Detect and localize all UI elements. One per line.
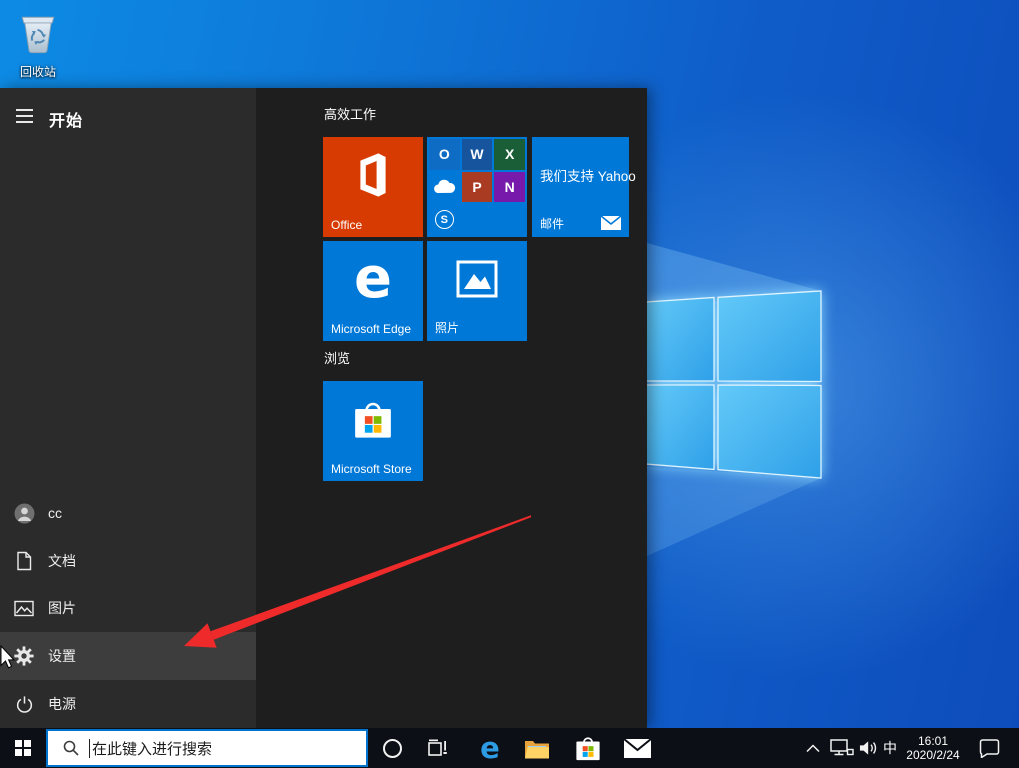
chevron-up-icon	[806, 744, 820, 753]
tray-show-hidden-icons[interactable]	[802, 728, 824, 768]
sidebar-item-label: 电源	[48, 694, 76, 714]
tray-volume[interactable]	[856, 728, 882, 768]
excel-icon: X	[494, 139, 525, 170]
tile-office[interactable]: Office	[323, 137, 423, 237]
task-view-icon	[427, 739, 449, 757]
cortana-icon	[383, 739, 402, 758]
cortana-button[interactable]	[368, 728, 416, 768]
tile-label: Microsoft Store	[331, 462, 412, 476]
search-icon	[63, 740, 79, 756]
onenote-icon: N	[494, 172, 525, 203]
action-center-button[interactable]	[974, 728, 1004, 768]
clock-time: 16:01	[906, 734, 959, 748]
edge-icon: e	[480, 734, 500, 763]
action-center-icon	[979, 739, 1000, 758]
sidebar-item-label: 文档	[48, 551, 76, 571]
taskbar: 在此键入进行搜索 e	[0, 728, 1019, 768]
photos-icon	[455, 257, 499, 301]
sidebar-item-label: cc	[48, 505, 62, 521]
sidebar-item-power[interactable]: 电源	[0, 680, 256, 728]
text-caret	[89, 739, 90, 758]
envelope-icon	[624, 739, 651, 758]
powerpoint-icon: P	[462, 172, 493, 203]
mail-taskbar-button[interactable]	[613, 728, 661, 768]
task-view-button[interactable]	[414, 728, 462, 768]
sidebar-item-label: 设置	[48, 646, 76, 666]
folder-icon	[524, 738, 550, 759]
tray-clock[interactable]: 16:01 2020/2/24	[900, 728, 966, 768]
store-icon	[353, 397, 393, 441]
tile-group-title: 高效工作	[324, 104, 376, 123]
start-menu-sidebar: 开始 cc 文档 图片	[0, 88, 256, 728]
start-button[interactable]	[0, 728, 46, 768]
tile-mail[interactable]: 我们支持 Yahoo 邮件	[532, 137, 629, 237]
user-avatar-icon	[0, 503, 48, 524]
network-icon	[830, 739, 854, 758]
tile-office-apps-group[interactable]: O W X P N S	[427, 137, 527, 237]
start-menu-title: 开始	[49, 107, 83, 131]
skype-icon: S	[429, 204, 460, 235]
tile-label: Microsoft Edge	[331, 322, 411, 336]
gear-icon	[0, 646, 48, 666]
start-menu: 开始 cc 文档 图片	[0, 88, 647, 728]
file-explorer-button[interactable]	[513, 728, 561, 768]
recycle-bin-label: 回收站	[14, 63, 62, 80]
speaker-icon	[859, 740, 880, 756]
clock-date: 2020/2/24	[906, 748, 959, 762]
tile-photos[interactable]: 照片	[427, 241, 527, 341]
hamburger-icon	[16, 109, 33, 111]
tile-label: 邮件	[540, 215, 564, 232]
taskbar-search-box[interactable]: 在此键入进行搜索	[46, 729, 368, 767]
store-icon	[575, 734, 601, 762]
edge-taskbar-button[interactable]: e	[466, 728, 514, 768]
recycle-bin-desktop-icon[interactable]: 回收站	[14, 10, 62, 80]
sidebar-item-documents[interactable]: 文档	[0, 537, 256, 585]
hamburger-menu-button[interactable]	[0, 92, 48, 140]
tile-group-title: 浏览	[324, 348, 350, 367]
mail-promo-text: 我们支持 Yahoo	[540, 165, 636, 185]
tray-network[interactable]	[828, 728, 856, 768]
edge-icon: e	[354, 251, 392, 307]
recycle-bin-icon	[16, 10, 60, 56]
document-icon	[0, 551, 48, 571]
outlook-icon: O	[429, 139, 460, 170]
pictures-icon	[0, 600, 48, 617]
tile-microsoft-edge[interactable]: e Microsoft Edge	[323, 241, 423, 341]
tray-ime-indicator[interactable]: 中	[880, 728, 900, 768]
store-taskbar-button[interactable]	[564, 728, 612, 768]
sidebar-item-label: 图片	[48, 598, 76, 618]
power-icon	[0, 695, 48, 714]
sidebar-item-settings[interactable]: 设置	[0, 632, 256, 680]
start-menu-tiles: 高效工作 Office O W X P N S	[256, 88, 647, 728]
tile-label: Office	[331, 218, 362, 232]
office-icon	[355, 152, 391, 198]
search-placeholder: 在此键入进行搜索	[92, 738, 212, 759]
tile-microsoft-store[interactable]: Microsoft Store	[323, 381, 423, 481]
envelope-icon	[601, 216, 621, 230]
word-icon: W	[462, 139, 493, 170]
onedrive-icon	[429, 172, 460, 203]
windows-logo-icon	[15, 740, 32, 757]
tile-label: 照片	[435, 319, 459, 336]
sidebar-item-pictures[interactable]: 图片	[0, 584, 256, 632]
sidebar-item-user[interactable]: cc	[0, 489, 256, 537]
